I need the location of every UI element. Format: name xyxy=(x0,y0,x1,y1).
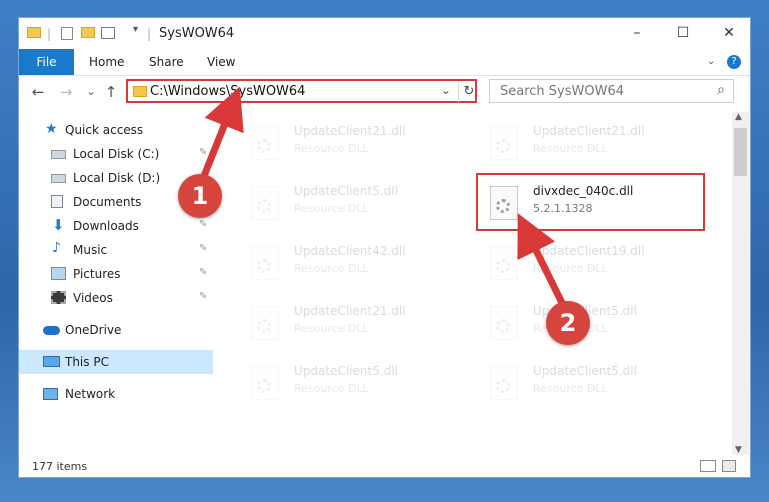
annotation-arrows xyxy=(196,86,570,313)
step-2-badge: 2 xyxy=(546,301,590,345)
arrow-to-dll-file xyxy=(517,213,570,313)
step-1-badge: 1 xyxy=(178,174,222,218)
